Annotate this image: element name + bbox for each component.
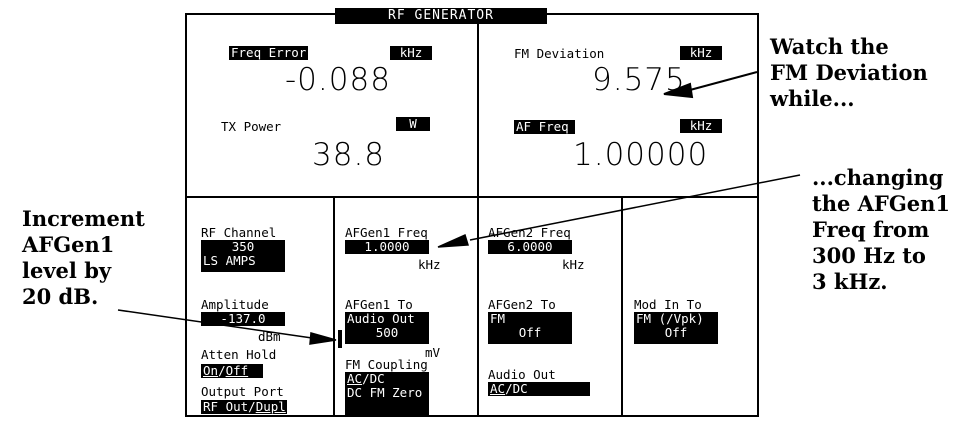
- watch-annotation: Watch the FM Deviation while...: [770, 34, 928, 111]
- changing-arrow: [437, 174, 801, 248]
- watch-arrow: [663, 71, 758, 99]
- increment-arrow: [117, 309, 337, 345]
- changing-annotation: ...changing the AFGen1 Freq from 300 Hz …: [812, 165, 951, 294]
- increment-annotation: Increment AFGen1 level by 20 dB.: [22, 206, 145, 309]
